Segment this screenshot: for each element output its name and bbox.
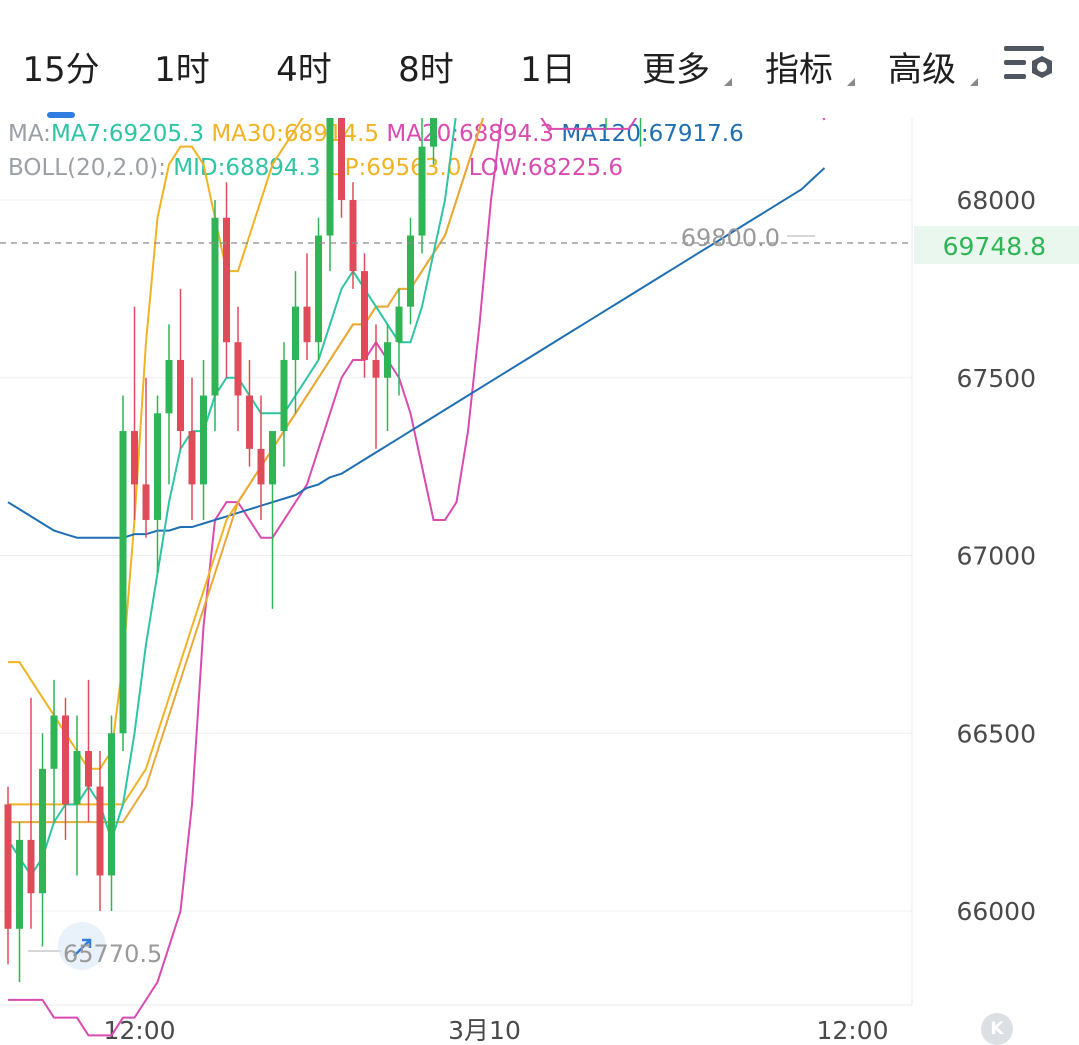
x-tick-label: 12:00 — [816, 1016, 888, 1045]
candle-body — [395, 306, 403, 343]
dropdown-caret-icon — [970, 78, 978, 86]
y-tick-label: 66000 — [956, 897, 1036, 926]
candle-body — [85, 751, 92, 787]
series-line-ma30 — [8, 118, 485, 806]
candle-body — [418, 146, 426, 236]
y-tick-label: 68000 — [956, 186, 1036, 215]
candle-body — [269, 431, 276, 485]
candle-body — [280, 359, 288, 432]
tab-indicators[interactable]: 指标 — [755, 14, 855, 118]
tab-more[interactable]: 更多 — [632, 14, 732, 118]
y-tick-label: 67000 — [956, 542, 1036, 571]
y-tick-label: 67500 — [956, 364, 1036, 393]
tab-label: 1时 — [154, 49, 210, 90]
candle-body — [188, 431, 196, 485]
candle-body — [62, 715, 69, 805]
candle-body — [73, 751, 81, 805]
tab-advanced[interactable]: 高级 — [878, 14, 978, 118]
tab-4h[interactable]: 4时 — [246, 14, 362, 118]
dropdown-caret-icon — [724, 78, 732, 86]
candle-body — [131, 431, 138, 485]
candle-body — [16, 839, 23, 929]
candle-body — [246, 395, 253, 449]
candle-body — [430, 118, 437, 147]
candle-body — [361, 271, 368, 360]
candle-body — [200, 395, 207, 485]
candle-body — [154, 413, 161, 520]
candle-body — [326, 118, 334, 236]
period-tab-bar: 15分 1时 4时 8时 1日 更多 指标 高级 — [0, 0, 1079, 118]
candle-body — [384, 342, 391, 378]
candle-body — [50, 715, 58, 769]
candle-body — [96, 786, 104, 876]
tab-label: 更多 — [642, 49, 710, 90]
chart-settings-icon[interactable] — [1000, 40, 1058, 90]
tab-label: 高级 — [888, 49, 956, 90]
candle-body — [407, 235, 414, 307]
candle-body — [372, 359, 380, 378]
high-marker-label: 69800.0 — [681, 224, 780, 252]
candlestick-chart[interactable]: 6950069000685006800067500670006650066000… — [0, 118, 1079, 1045]
candle-body — [315, 235, 322, 343]
candle-body — [4, 804, 12, 929]
last-price-label: 69748.8 — [943, 232, 1046, 261]
y-tick-label: 66500 — [956, 719, 1036, 748]
candle-body — [303, 306, 311, 343]
tab-1d[interactable]: 1日 — [490, 14, 606, 118]
candle-body — [234, 342, 242, 396]
tab-label: 4时 — [276, 49, 332, 90]
tab-label: 指标 — [765, 49, 833, 90]
candle-body — [108, 733, 115, 876]
candle-body — [338, 118, 345, 200]
candle-body — [165, 359, 173, 414]
candle-body — [177, 359, 184, 432]
candle-body — [292, 306, 299, 360]
candle-body — [27, 839, 35, 894]
tab-15min[interactable]: 15分 — [0, 14, 122, 118]
tab-label: 1日 — [520, 49, 576, 90]
kline-logo-icon: K — [981, 1013, 1013, 1045]
x-tick-label: 3月10 — [448, 1016, 521, 1045]
candle-body — [223, 217, 230, 343]
tab-label: 15分 — [22, 49, 100, 90]
candle-body — [119, 431, 127, 734]
tab-label: 8时 — [398, 49, 454, 90]
tab-8h[interactable]: 8时 — [368, 14, 484, 118]
candle-body — [142, 484, 150, 520]
low-marker-label: 65770.5 — [63, 940, 162, 968]
candle-body — [211, 217, 219, 396]
candle-body — [349, 200, 357, 272]
candle-body — [257, 448, 265, 485]
dropdown-caret-icon — [847, 78, 855, 86]
tab-1h[interactable]: 1时 — [124, 14, 240, 118]
candle-body — [39, 768, 46, 894]
